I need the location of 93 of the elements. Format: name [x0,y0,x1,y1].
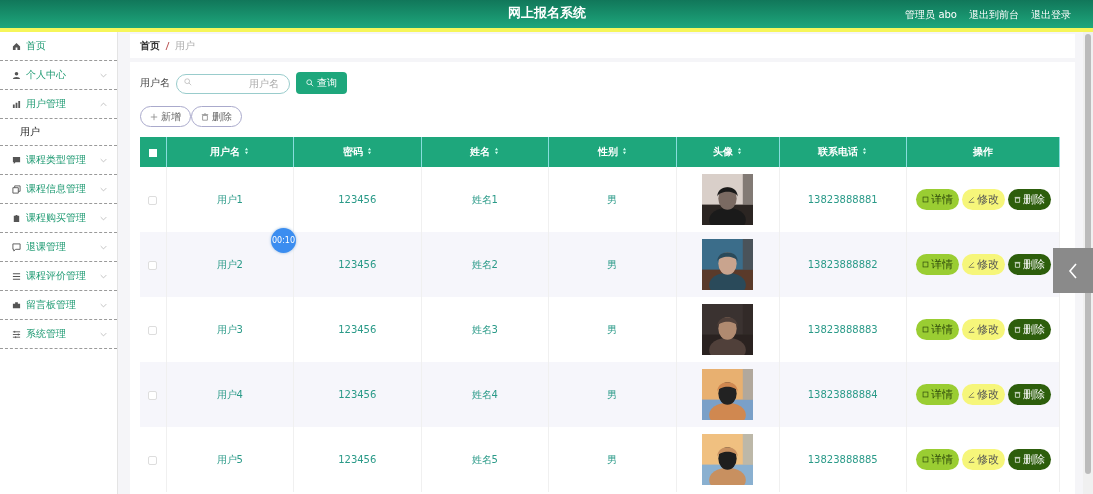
delete-button[interactable]: 删除 [1007,254,1051,275]
table-cell: 姓名5 [421,427,549,492]
edit-button[interactable]: 修改 [961,254,1005,275]
table-cell: 123456 [293,427,421,492]
pencil-icon [967,326,975,333]
trash-icon [201,112,209,121]
search-button[interactable]: 查询 [296,72,347,94]
row-checkbox[interactable] [148,325,158,335]
delete-button[interactable]: 删除 [1007,384,1051,405]
trash-icon [1013,391,1021,398]
edit-button[interactable]: 修改 [961,319,1005,340]
person-icon [12,70,21,80]
sidebar-item[interactable]: 用户管理 [0,90,117,119]
sidebar-item[interactable]: 课程信息管理 [0,175,117,204]
trash-icon [1013,326,1021,333]
copy-icon [12,184,21,194]
sidebar-item[interactable]: 首页 [0,32,117,61]
trash-icon [1013,261,1021,268]
sort-icon [494,147,500,155]
table-cell: 用户5 [166,427,294,492]
column-header[interactable]: 姓名 [421,137,549,167]
delete-button[interactable]: 删除 [1007,189,1051,210]
sidebar-item[interactable]: 退课管理 [0,233,117,262]
column-header[interactable]: 联系电话 [779,137,907,167]
delete-button[interactable]: 删除 [191,106,242,127]
trash-icon [1013,196,1021,203]
detail-button[interactable]: 详情 [915,254,959,275]
briefcase-icon [12,300,21,310]
row-checkbox[interactable] [148,390,158,400]
collapse-button[interactable] [1053,248,1093,293]
table-cell: 13823888885 [779,427,907,492]
message-icon [12,242,21,252]
select-all-checkbox[interactable] [148,148,157,157]
document-icon [921,196,929,203]
sort-icon [366,147,372,155]
column-header[interactable]: 密码 [293,137,421,167]
edit-button[interactable]: 修改 [961,189,1005,210]
sidebar-item[interactable]: 课程评价管理 [0,262,117,291]
home-icon [12,41,21,51]
clipboard-icon [12,213,21,223]
sidebar-item[interactable]: 课程类型管理 [0,146,117,175]
row-checkbox[interactable] [148,195,158,205]
pencil-icon [967,261,975,268]
table-cell: 男 [548,427,676,492]
pencil-icon [967,391,975,398]
search-field[interactable]: 用户名 [176,73,290,94]
document-icon [921,391,929,398]
search-label: 用户名 [140,76,170,90]
add-button[interactable]: 新增 [140,106,191,127]
document-icon [921,456,929,463]
document-icon [921,261,929,268]
sidebar-item[interactable]: 个人中心 [0,61,117,90]
sidebar-subitem[interactable]: 用户 [0,119,117,146]
chat-icon [12,155,21,165]
sort-icon [244,147,250,155]
detail-button[interactable]: 详情 [915,449,959,470]
column-header[interactable]: 头像 [676,137,779,167]
chevron-left-icon [1068,262,1078,279]
sort-icon [862,147,868,155]
delete-button[interactable]: 删除 [1007,449,1051,470]
detail-button[interactable]: 详情 [915,384,959,405]
scrollbar-thumb[interactable] [1085,34,1091,474]
column-header[interactable]: 用户名 [166,137,294,167]
column-header: 操作 [906,137,1060,167]
search-icon [184,78,192,87]
pencil-icon [967,456,975,463]
sort-icon [737,147,742,155]
sidebar-item[interactable]: 课程购买管理 [0,204,117,233]
trash-icon [1013,456,1021,463]
detail-button[interactable]: 详情 [915,319,959,340]
detail-button[interactable]: 详情 [915,189,959,210]
document-icon [921,326,929,333]
plus-icon [150,112,158,121]
header-link[interactable]: 退出登录 [1031,8,1071,22]
user-menu-link[interactable]: 管理员 abo [905,8,957,22]
sort-icon [621,147,627,155]
list-icon [12,271,21,281]
chart-icon [12,99,21,109]
breadcrumb-item: 用户 [175,39,195,53]
column-header[interactable]: 性别 [548,137,676,167]
row-checkbox[interactable] [148,455,158,465]
delete-button[interactable]: 删除 [1007,319,1051,340]
search-icon [306,79,314,87]
header-link[interactable]: 退出到前台 [969,8,1019,22]
edit-button[interactable]: 修改 [961,384,1005,405]
pencil-icon [967,196,975,203]
breadcrumb-item[interactable]: 首页 [140,39,160,53]
row-checkbox[interactable] [148,260,158,270]
app-title: 网上报名系统 [507,4,586,22]
sidebar-item[interactable]: 系统管理 [0,320,117,349]
sliders-icon [12,329,21,339]
edit-button[interactable]: 修改 [961,449,1005,470]
sidebar-item[interactable]: 留言板管理 [0,291,117,320]
